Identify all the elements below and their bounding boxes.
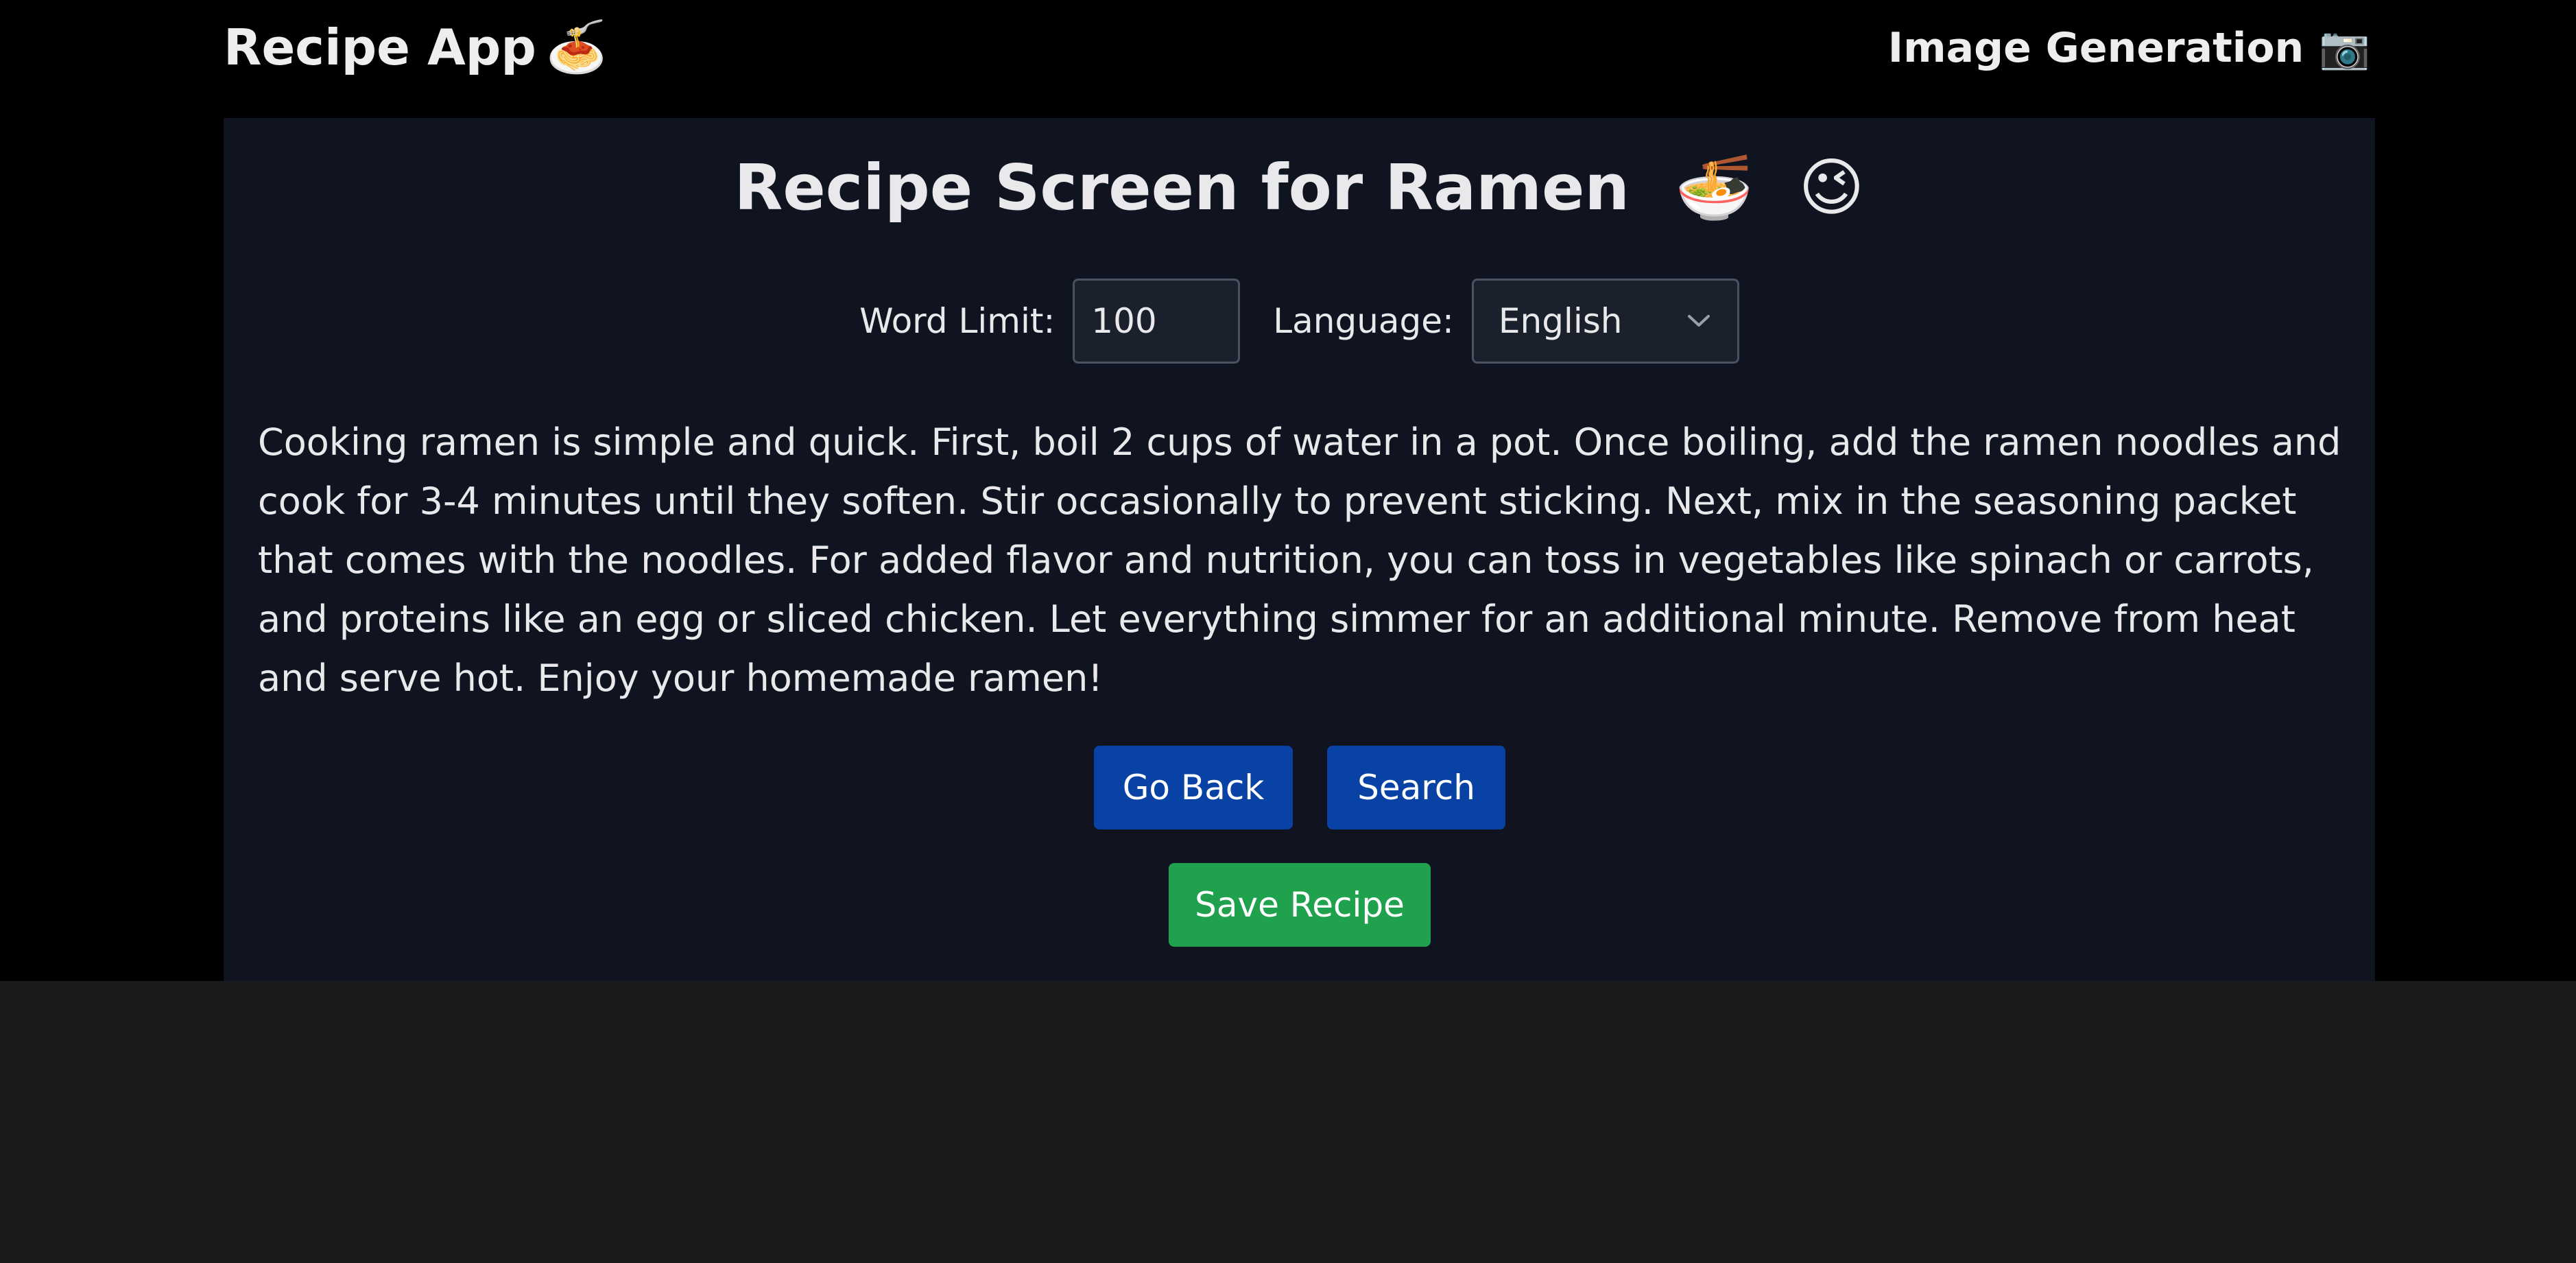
page-title-text: Recipe Screen for Ramen bbox=[734, 151, 1630, 224]
app-title: Recipe App bbox=[224, 18, 536, 76]
app-brand[interactable]: Recipe App 🍝 bbox=[224, 18, 608, 76]
recipe-panel: Recipe Screen for Ramen 🍜 😉 Word Limit: … bbox=[224, 118, 2375, 981]
page-title: Recipe Screen for Ramen 🍜 😉 bbox=[224, 151, 2375, 225]
spaghetti-icon: 🍝 bbox=[545, 18, 608, 75]
search-button[interactable]: Search bbox=[1327, 746, 1505, 829]
language-label: Language: bbox=[1273, 301, 1454, 341]
recipe-text: Cooking ramen is simple and quick. First… bbox=[258, 421, 2341, 700]
image-generation-label: Image Generation bbox=[1887, 23, 2304, 72]
word-limit-input[interactable] bbox=[1073, 279, 1241, 364]
image-generation-link[interactable]: Image Generation 📷 bbox=[1887, 23, 2370, 73]
chevron-down-icon bbox=[1687, 315, 1710, 327]
camera-icon: 📷 bbox=[2319, 24, 2370, 72]
recipe-controls: Word Limit: Language: English bbox=[224, 279, 2375, 364]
language-select[interactable]: English bbox=[1471, 279, 1739, 364]
winking-face-icon: 😉 bbox=[1798, 151, 1865, 224]
language-select-value: English bbox=[1498, 301, 1623, 341]
go-back-button[interactable]: Go Back bbox=[1094, 746, 1293, 829]
ramen-bowl-icon: 🍜 bbox=[1674, 151, 1754, 224]
save-recipe-button[interactable]: Save Recipe bbox=[1169, 863, 1431, 947]
word-limit-label: Word Limit: bbox=[859, 301, 1056, 341]
app-frame: Recipe App 🍝 Image Generation 📷 Recipe S… bbox=[0, 0, 2576, 981]
